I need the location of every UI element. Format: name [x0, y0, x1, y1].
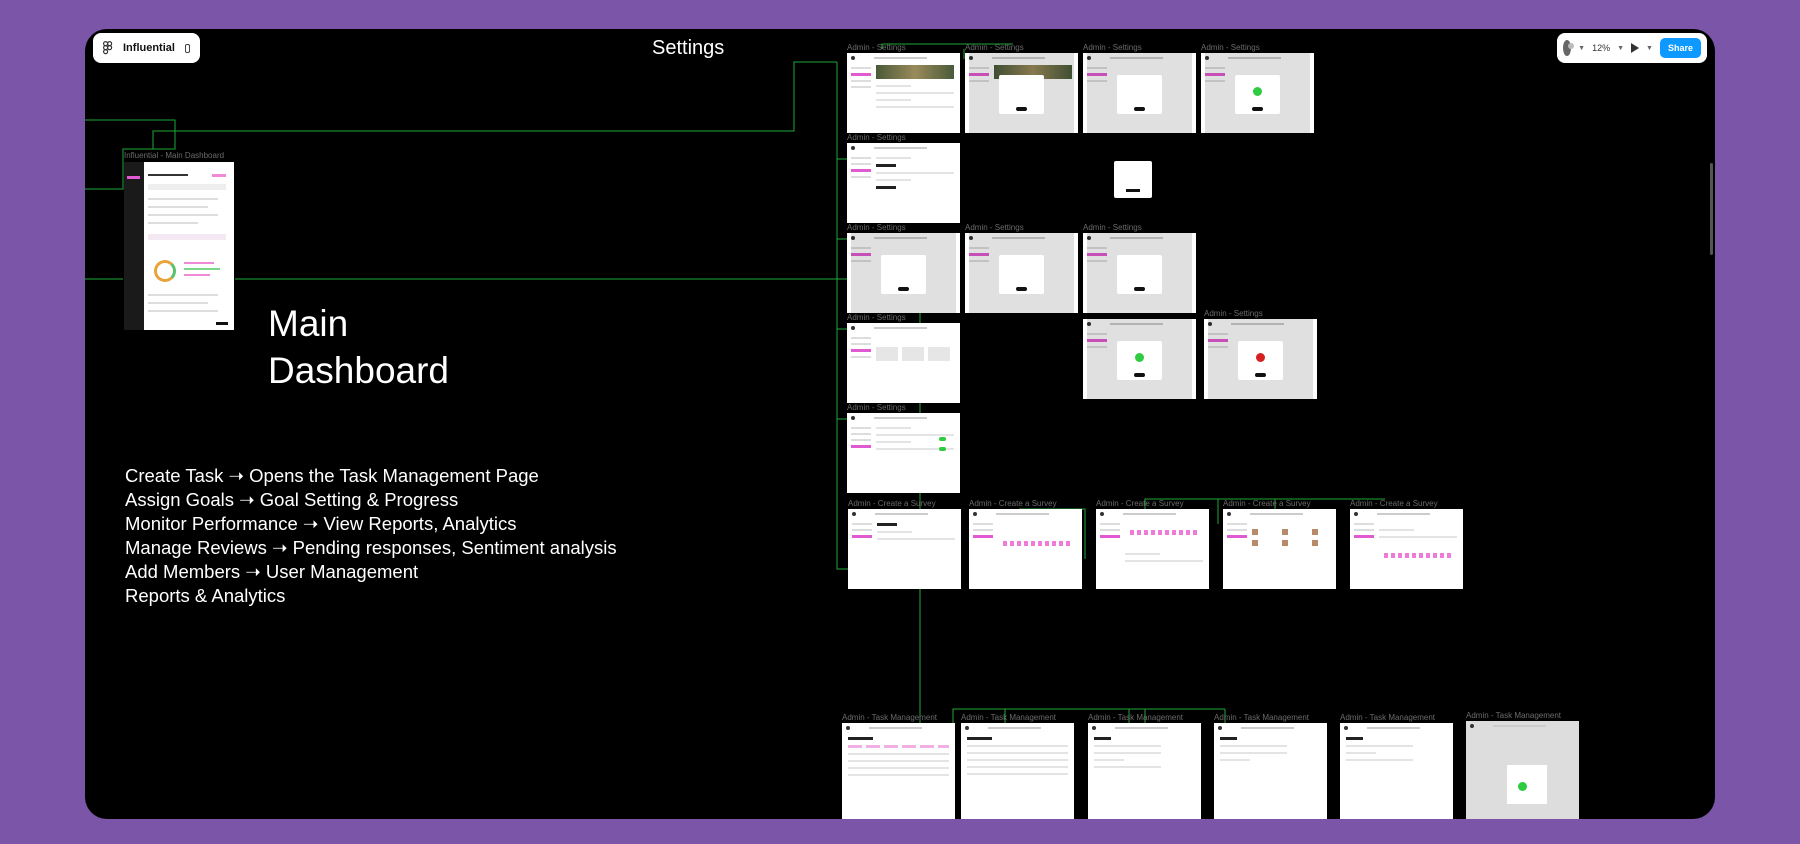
chevron-down-icon[interactable]: ▼: [1578, 45, 1585, 52]
frame-survey-step[interactable]: [1096, 509, 1209, 589]
frame-settings-plans[interactable]: [847, 323, 960, 403]
frame-label-task[interactable]: Admin - Task Management: [1214, 713, 1309, 722]
frame-settings-success[interactable]: [1201, 53, 1314, 133]
frame-settings-form-modal[interactable]: [1083, 233, 1196, 313]
frame-survey-step[interactable]: [1350, 509, 1463, 589]
frame-task-list[interactable]: [961, 723, 1074, 819]
frame-label-settings[interactable]: Admin - Settings: [847, 43, 906, 52]
frame-survey-step[interactable]: [848, 509, 961, 589]
frame-label-survey[interactable]: Admin - Create a Survey: [848, 499, 936, 508]
avatar[interactable]: [1563, 40, 1575, 56]
frame-main-dashboard[interactable]: [124, 162, 234, 330]
frame-label-settings[interactable]: Admin - Settings: [1204, 309, 1263, 318]
frame-survey-step[interactable]: [969, 509, 1082, 589]
note-line: Assign Goals ➝ Goal Setting & Progress: [125, 489, 459, 510]
frame-label-survey[interactable]: Admin - Create a Survey: [969, 499, 1057, 508]
frame-label-survey[interactable]: Admin - Create a Survey: [1096, 499, 1184, 508]
frame-settings-error[interactable]: [1204, 319, 1317, 399]
zoom-level[interactable]: 12%: [1592, 43, 1610, 53]
frame-label-settings[interactable]: Admin - Settings: [1083, 223, 1142, 232]
chevron-down-icon[interactable]: ▼: [1617, 45, 1624, 52]
note-line: Create Task ➝ Opens the Task Management …: [125, 465, 539, 486]
frame-survey-step[interactable]: [1223, 509, 1336, 589]
frame-label-task[interactable]: Admin - Task Management: [1088, 713, 1183, 722]
figma-logo-icon[interactable]: [103, 41, 113, 55]
play-icon[interactable]: [1631, 43, 1640, 53]
frame-label-task[interactable]: Admin - Task Management: [961, 713, 1056, 722]
frame-label-task[interactable]: Admin - Task Management: [1466, 711, 1561, 720]
frame-task-detail[interactable]: [1214, 723, 1327, 819]
frame-label-settings[interactable]: Admin - Settings: [1083, 43, 1142, 52]
frame-label-task[interactable]: Admin - Task Management: [842, 713, 937, 722]
note-line: Monitor Performance ➝ View Reports, Anal…: [125, 513, 517, 534]
page-title: Settings: [652, 37, 725, 59]
share-button[interactable]: Share: [1659, 38, 1701, 58]
vertical-scrollbar[interactable]: [1710, 163, 1713, 255]
note-line: Add Members ➝ User Management: [125, 561, 419, 582]
file-name[interactable]: Influential: [123, 42, 175, 54]
frame-label-settings[interactable]: Admin - Settings: [965, 43, 1024, 52]
section-heading: Main Dashboard: [268, 300, 449, 394]
frame-settings-form-modal[interactable]: [847, 233, 960, 313]
frame-settings-edit-modal[interactable]: [965, 53, 1078, 133]
frame-task-list[interactable]: [842, 723, 955, 819]
frame-settings-form-modal[interactable]: [965, 233, 1078, 313]
frame-task-detail[interactable]: [1340, 723, 1453, 819]
note-line: Reports & Analytics: [125, 585, 286, 606]
frame-label-settings[interactable]: Admin - Settings: [847, 223, 906, 232]
frame-label-settings[interactable]: Admin - Settings: [1201, 43, 1260, 52]
design-canvas[interactable]: Influential Settings ▼ 12% ▼ ▼ Share Inf…: [85, 29, 1715, 819]
sidebar-toggle-icon[interactable]: [184, 43, 191, 53]
frame-settings-notifications[interactable]: [847, 413, 960, 493]
frame-label-task[interactable]: Admin - Task Management: [1340, 713, 1435, 722]
floating-popup-frame[interactable]: [1114, 161, 1152, 198]
frame-settings-password-modal[interactable]: [1083, 53, 1196, 133]
frame-label-settings[interactable]: Admin - Settings: [965, 223, 1024, 232]
frame-label-settings[interactable]: Admin - Settings: [847, 403, 906, 412]
frame-label-settings[interactable]: Admin - Settings: [847, 133, 906, 142]
frame-label-main[interactable]: Influential - Main Dashboard: [124, 151, 224, 160]
frame-settings-success[interactable]: [1083, 319, 1196, 399]
frame-task-detail[interactable]: [1088, 723, 1201, 819]
frame-settings-security[interactable]: [847, 143, 960, 223]
frame-task-success[interactable]: [1466, 721, 1579, 819]
note-line: Manage Reviews ➝ Pending responses, Sent…: [125, 537, 617, 558]
frame-label-survey[interactable]: Admin - Create a Survey: [1223, 499, 1311, 508]
frame-label-settings[interactable]: Admin - Settings: [847, 313, 906, 322]
frame-settings-profile[interactable]: [847, 53, 960, 133]
file-menu-bar[interactable]: Influential: [93, 33, 200, 63]
share-toolbar: ▼ 12% ▼ ▼ Share: [1557, 33, 1707, 63]
heading-line-1: Main: [268, 303, 349, 344]
chevron-down-icon[interactable]: ▼: [1646, 45, 1653, 52]
flow-notes: Create Task ➝ Opens the Task Management …: [125, 464, 617, 608]
frame-label-survey[interactable]: Admin - Create a Survey: [1350, 499, 1438, 508]
heading-line-2: Dashboard: [268, 350, 450, 391]
